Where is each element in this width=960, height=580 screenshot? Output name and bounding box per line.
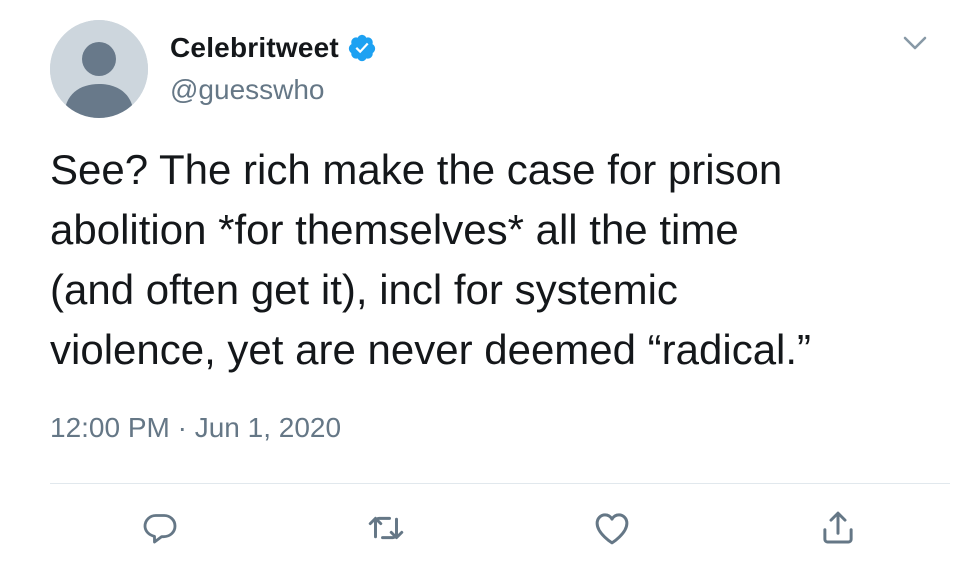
tweet-timestamp[interactable]: 12:00 PM · Jun 1, 2020 [50, 412, 341, 444]
tweet-text: See? The rich make the case for prison a… [50, 140, 930, 380]
tweet-text-line: See? The rich make the case for prison [50, 146, 783, 193]
tweet-text-line: abolition *for themselves* all the time [50, 206, 739, 253]
user-handle[interactable]: @guesswho [170, 74, 325, 106]
like-button[interactable] [588, 504, 636, 552]
reply-button[interactable] [136, 504, 184, 552]
avatar[interactable] [50, 20, 148, 118]
retweet-icon [368, 516, 404, 540]
reply-icon [143, 514, 177, 544]
divider [50, 483, 950, 484]
author-name-row: Celebritweet [170, 28, 377, 68]
default-profile-icon [50, 20, 148, 118]
tweet-text-line: (and often get it), incl for systemic [50, 266, 678, 313]
tweet-text-line: violence, yet are never deemed “radical.… [50, 326, 812, 373]
chevron-down-icon[interactable] [900, 28, 930, 58]
share-button[interactable] [814, 504, 862, 552]
like-icon [595, 513, 629, 545]
verified-badge-icon [347, 33, 377, 63]
retweet-button[interactable] [362, 504, 410, 552]
display-name[interactable]: Celebritweet [170, 32, 339, 64]
share-icon [823, 511, 853, 544]
tweet-card: Celebritweet @guesswho See? The rich mak… [0, 0, 960, 580]
